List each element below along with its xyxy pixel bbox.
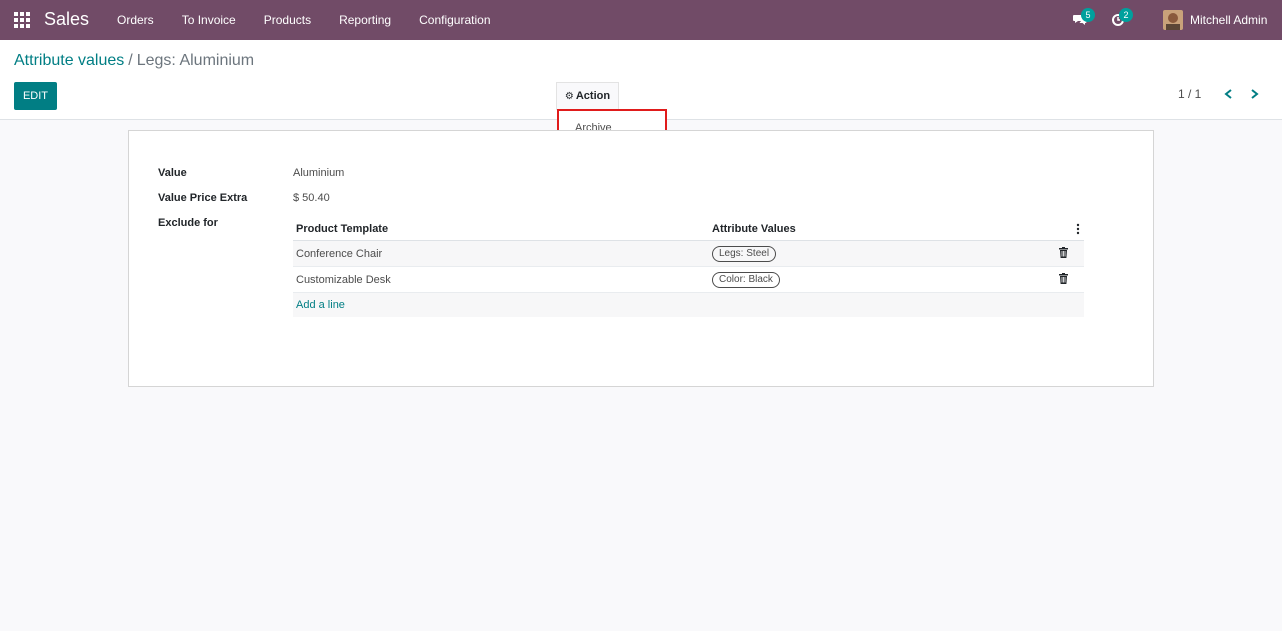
user-menu[interactable]: Mitchell Admin [1190,13,1267,27]
gear-icon: ⚙ [564,91,574,102]
activities-badge: 2 [1119,8,1133,22]
table-row[interactable]: Conference Chair Legs: Steel [293,241,1084,267]
menu-item-orders[interactable]: Orders [103,0,168,40]
exclude-for-table: Product Template Attribute Values Confer… [293,217,1084,317]
control-panel: Attribute values / Legs: Aluminium EDIT ⚙ A… [0,40,1282,120]
user-avatar[interactable] [1163,10,1183,30]
delete-row-icon[interactable] [1059,273,1068,284]
menu-item-configuration[interactable]: Configuration [405,0,504,40]
exclude-for-label: Exclude for [158,217,218,229]
price-extra-label: Value Price Extra [158,192,248,204]
price-extra-field: $ 50.40 [293,192,330,204]
delete-row-icon[interactable] [1059,247,1068,258]
table-body: Conference Chair Legs: Steel Customizabl… [293,241,1084,293]
breadcrumb-separator: / [128,52,133,69]
breadcrumb-parent[interactable]: Attribute values [14,52,124,69]
form-sheet: Value Aluminium Value Price Extra $ 50.4… [128,130,1154,387]
chevron-left-icon [1224,89,1232,99]
pager-value[interactable]: 1 / 1 [1178,87,1201,101]
main-menu: Orders To Invoice Products Reporting Con… [103,0,505,40]
app-brand[interactable]: Sales [44,9,89,30]
top-navbar: Sales Orders To Invoice Products Reporti… [0,0,1282,40]
add-line-row: Add a line [293,293,1084,317]
apps-menu-icon[interactable] [14,12,30,28]
value-field: Aluminium [293,167,345,179]
pager-next-button[interactable] [1246,84,1262,104]
messages-badge: 5 [1081,8,1095,22]
action-button[interactable]: ⚙ Action [556,82,619,110]
chevron-right-icon [1251,89,1259,99]
edit-button[interactable]: EDIT [14,82,57,110]
optional-columns-icon[interactable] [1076,223,1080,235]
menu-item-to-invoice[interactable]: To Invoice [168,0,250,40]
breadcrumb-current: Legs: Aluminium [136,52,255,69]
pager-previous-button[interactable] [1221,84,1237,104]
attribute-value-tag: Legs: Steel [712,246,777,262]
cell-product-template[interactable]: Customizable Desk [296,274,391,286]
menu-item-products[interactable]: Products [250,0,325,40]
action-label: Action [575,90,611,102]
messages-icon[interactable]: 5 [1073,8,1095,28]
column-attribute-values[interactable]: Attribute Values [712,223,796,235]
attribute-value-tag: Color: Black [712,272,780,288]
table-row[interactable]: Customizable Desk Color: Black [293,267,1084,293]
menu-item-reporting[interactable]: Reporting [325,0,405,40]
column-product-template[interactable]: Product Template [296,223,388,235]
add-line-link[interactable]: Add a line [296,299,345,311]
activities-icon[interactable]: 2 [1111,8,1133,28]
breadcrumb: Attribute values / Legs: Aluminium [14,52,254,70]
table-header: Product Template Attribute Values [293,217,1084,241]
cell-product-template[interactable]: Conference Chair [296,248,382,260]
value-label: Value [158,167,187,179]
